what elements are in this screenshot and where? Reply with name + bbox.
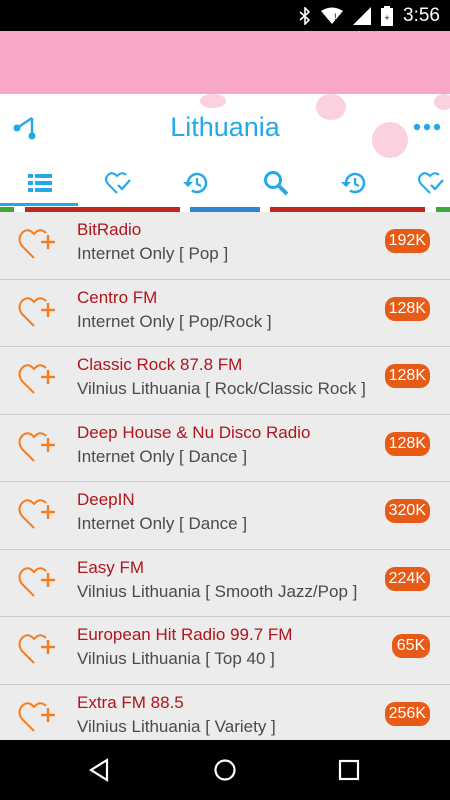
bitrate-badge: 65K [392,634,430,658]
home-circle-icon [214,759,236,781]
search-icon [263,171,288,196]
station-description: Internet Only [ Pop ] [77,244,229,263]
station-list: BitRadio Internet Only [ Pop ] 192K Cent… [0,212,450,740]
bitrate-badge: 192K [384,229,430,253]
station-name: Easy FM [77,557,145,577]
decoration-petal [200,94,226,108]
station-description: Internet Only [ Pop/Rock ] [77,311,272,331]
station-description: Vilnius Lithuania [ Top 40 ] [77,649,275,668]
more-dots-icon [413,123,441,131]
tab-bar [0,160,450,212]
bitrate-badge: 128K [384,431,430,456]
decoration-petal [434,94,450,110]
tab-recent[interactable] [158,160,233,206]
bitrate-badge: 256K [384,701,430,726]
station-name: Centro FM [77,287,158,307]
clock: 3:56 [403,5,440,26]
active-tab-indicator [0,203,78,206]
svg-text:+: + [384,13,389,23]
add-favorite-heart-icon[interactable] [18,294,58,330]
favorite-check-icon [104,172,131,194]
station-row[interactable]: Easy FM Vilnius Lithuania [ Smooth Jazz/… [0,549,450,617]
app-header: Lithuania [0,94,450,160]
back-button[interactable] [84,755,114,785]
bitrate-badge: 128K [384,364,430,388]
station-description: Internet Only [ Dance ] [77,446,248,466]
bitrate-badge: 320K [384,499,430,523]
station-description: Vilnius Lithuania [ Variety ] [77,716,276,736]
bitrate-badge: 128K [384,296,430,321]
station-name: Extra FM 88.5 [77,692,184,712]
add-favorite-heart-icon[interactable] [18,226,58,262]
tab-history[interactable] [316,160,391,206]
bitrate-badge: 224K [384,566,430,591]
add-favorite-heart-icon[interactable] [18,564,58,600]
status-bar: ! + 3:56 [0,0,450,31]
banner [0,31,450,94]
svg-text:!: ! [334,12,337,22]
battery-icon: + [381,6,394,26]
system-nav-bar [0,740,450,800]
station-row[interactable]: DeepIN Internet Only [ Dance ] 320K [0,482,450,550]
station-name: BitRadio [77,220,142,239]
station-row[interactable]: Extra FM 88.5 Vilnius Lithuania [ Variet… [0,684,450,740]
station-description: Vilnius Lithuania [ Rock/Classic Rock ] [77,379,366,398]
add-favorite-heart-icon[interactable] [18,631,58,667]
page-title: Lithuania [170,112,280,142]
station-row[interactable]: Deep House & Nu Disco Radio Internet Onl… [0,414,450,482]
tab-list[interactable] [2,160,77,206]
add-favorite-heart-icon[interactable] [18,429,58,465]
station-row[interactable]: Centro FM Internet Only [ Pop/Rock ] 128… [0,279,450,347]
station-description: Vilnius Lithuania [ Smooth Jazz/Pop ] [77,581,358,601]
wifi-icon: ! [321,7,344,25]
add-favorite-heart-icon[interactable] [18,361,58,397]
bluetooth-icon [299,7,311,25]
home-button[interactable] [210,755,240,785]
tab-favorites[interactable] [80,160,155,206]
tab-search[interactable] [238,160,313,206]
history-icon [182,172,207,194]
recents-square-icon [338,759,360,781]
station-name: Deep House & Nu Disco Radio [77,422,311,442]
station-name: Classic Rock 87.8 FM [77,355,243,374]
recents-button[interactable] [334,755,364,785]
station-name: DeepIN [77,490,135,509]
station-row[interactable]: Classic Rock 87.8 FM Vilnius Lithuania [… [0,347,450,415]
back-triangle-icon [88,758,109,782]
tab-favorites-2[interactable] [394,160,450,206]
add-favorite-heart-icon[interactable] [18,699,58,735]
station-name: European Hit Radio 99.7 FM [77,625,293,644]
station-description: Internet Only [ Dance ] [77,514,248,533]
add-favorite-heart-icon[interactable] [18,496,58,532]
station-row[interactable]: BitRadio Internet Only [ Pop ] 192K [0,212,450,280]
more-menu-button[interactable] [410,112,444,142]
signal-icon [353,7,372,25]
favorite-check-icon [418,172,444,194]
history-icon [340,172,365,194]
station-row[interactable]: European Hit Radio 99.7 FM Vilnius Lithu… [0,617,450,685]
list-icon [27,174,52,192]
